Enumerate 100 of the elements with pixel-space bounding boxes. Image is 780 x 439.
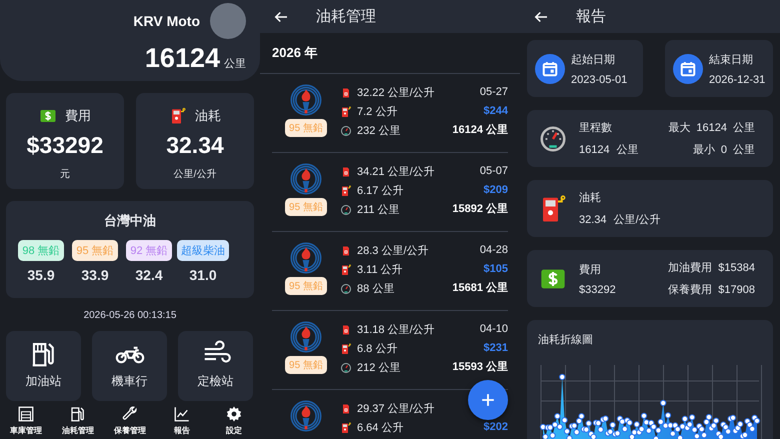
speedometer-icon (340, 282, 352, 294)
fuel-efficiency-icon (340, 244, 352, 256)
gas-pump-icon (340, 106, 352, 118)
torch-logo-icon (290, 242, 322, 274)
date-label: 起始日期 (571, 52, 616, 66)
page-title: 油耗管理 (316, 7, 376, 26)
torch-logo-icon (290, 163, 322, 195)
nav-item[interactable]: 設定 (208, 401, 260, 439)
shortcut-tile[interactable]: 加油站 (6, 331, 81, 401)
speedometer-icon (538, 124, 568, 154)
fuel-cost: $209 (484, 183, 508, 198)
fuel-volume: 6.8 公升 (357, 342, 398, 356)
settings-icon (225, 404, 243, 422)
date-value: 2023-05-01 (571, 74, 628, 86)
shortcut-tile[interactable]: 機車行 (92, 331, 167, 401)
fuel-efficiency-icon (340, 324, 352, 336)
fuel-volume: 3.11 公升 (357, 263, 403, 277)
data-point (652, 436, 660, 439)
fuel-type-badge: 95 無鉛 (285, 277, 327, 295)
stat-value: $33292 (26, 132, 104, 159)
card-label: 里程數 (579, 121, 613, 135)
date-picker-card[interactable]: 起始日期 2023-05-01 (527, 40, 643, 97)
fuel-price: 32.4 (135, 266, 163, 283)
speedometer-icon (340, 204, 352, 216)
gas-pump-icon (340, 264, 352, 276)
card-label: 費用 (579, 262, 602, 276)
date-value: 2026-12-31 (709, 74, 766, 86)
card-value: $33292 (579, 284, 617, 296)
fuel-volume: 6.64 公升 (357, 421, 404, 435)
torch-logo-icon (290, 321, 322, 353)
fuel-price: 31.0 (189, 266, 217, 283)
date-picker-card[interactable]: 結束日期 2026-12-31 (665, 40, 773, 97)
odometer-reading: 15892 公里 (452, 202, 508, 217)
fuel-efficiency: 29.37 公里/公升 (357, 402, 435, 416)
gas-pump-icon (169, 106, 187, 125)
stat-unit: 公里/公升 (174, 168, 216, 181)
fuel-price: 33.9 (81, 266, 109, 283)
card-detail: 保養費用 $17908 (668, 282, 755, 297)
garage-icon (17, 404, 35, 422)
odometer-reading: 15593 公里 (452, 360, 508, 375)
gas-pump-icon (69, 404, 87, 422)
calendar-icon (535, 54, 565, 84)
fuel-efficiency-icon (340, 166, 352, 178)
odometer-reading: 16124 公里 (452, 123, 508, 138)
torch-logo-icon (290, 400, 322, 432)
card-value: 16124 公里 (579, 143, 640, 157)
odometer-value: 16124 (144, 43, 220, 74)
data-point (660, 400, 666, 406)
speedometer-icon (340, 362, 352, 374)
speedometer-icon (340, 124, 352, 136)
fuel-efficiency: 28.3 公里/公升 (357, 244, 429, 258)
trip-distance: 232 公里 (357, 124, 400, 138)
stat-unit: 元 (60, 168, 70, 181)
fuel-efficiency-icon (340, 86, 352, 98)
gas-pump-icon (340, 342, 352, 354)
fuel-cost: $231 (484, 341, 508, 356)
page-title: 報告 (576, 7, 606, 26)
shortcut-tile[interactable]: 定檢站 (178, 331, 253, 401)
trip-distance: 211 公里 (357, 203, 400, 217)
wrench-icon (121, 404, 139, 422)
fuel-cost: $244 (484, 104, 508, 119)
card-detail: 加油費用 $15384 (668, 261, 755, 275)
fuel-efficiency-icon (340, 402, 352, 414)
vehicle-photo-placeholder (210, 3, 246, 39)
card-detail: 最大 16124 公里 (668, 121, 755, 135)
fuel-efficiency: 34.21 公里/公升 (357, 165, 435, 179)
nav-item[interactable]: 車庫管理 (0, 401, 52, 439)
record-date: 05-07 (480, 164, 508, 179)
gas-pump-icon (340, 422, 352, 434)
calendar-icon (673, 54, 703, 84)
nav-item[interactable]: 報告 (156, 401, 208, 439)
stat-label: 油耗 (195, 106, 221, 125)
trip-distance: 88 公里 (357, 282, 394, 296)
card-value: 32.34 公里/公升 (579, 213, 662, 227)
fuel-type-badge: 95 無鉛 (285, 356, 327, 374)
stat-label: 費用 (65, 106, 91, 125)
record-date: 05-27 (480, 85, 508, 100)
odometer-reading: 15681 公里 (452, 281, 508, 296)
timestamp: 2026-05-26 00:13:15 (82, 310, 178, 321)
vehicle-name: KRV Moto (133, 13, 200, 29)
fuel-efficiency: 31.18 公里/公升 (357, 323, 435, 337)
gas-pump-icon (340, 184, 352, 196)
add-button[interactable] (468, 380, 508, 420)
odometer-unit: 公里 (224, 57, 246, 71)
chart-title: 油耗折線圖 (538, 333, 594, 347)
fuel-type-badge: 95 無鉛 (285, 198, 327, 216)
fuel-type-badge: 98 無鉛 (18, 240, 64, 261)
fuel-type-badge: 超級柴油 (177, 240, 229, 261)
fuel-volume: 6.17 公升 (357, 184, 404, 198)
price-card-title: 台灣中油 (104, 212, 156, 230)
fuel-type-badge: 95 無鉛 (285, 119, 327, 137)
fuel-efficiency: 32.22 公里/公升 (357, 86, 435, 100)
fuel-cost: $105 (484, 262, 508, 277)
date-label: 結束日期 (709, 52, 754, 66)
fuel-cost: $202 (484, 420, 508, 435)
fuel-type-badge: 95 無鉛 (72, 240, 118, 261)
nav-item[interactable]: 油耗管理 (52, 401, 104, 439)
record-date: 04-10 (480, 322, 508, 337)
torch-logo-icon (290, 84, 322, 116)
nav-item[interactable]: 保養管理 (104, 401, 156, 439)
